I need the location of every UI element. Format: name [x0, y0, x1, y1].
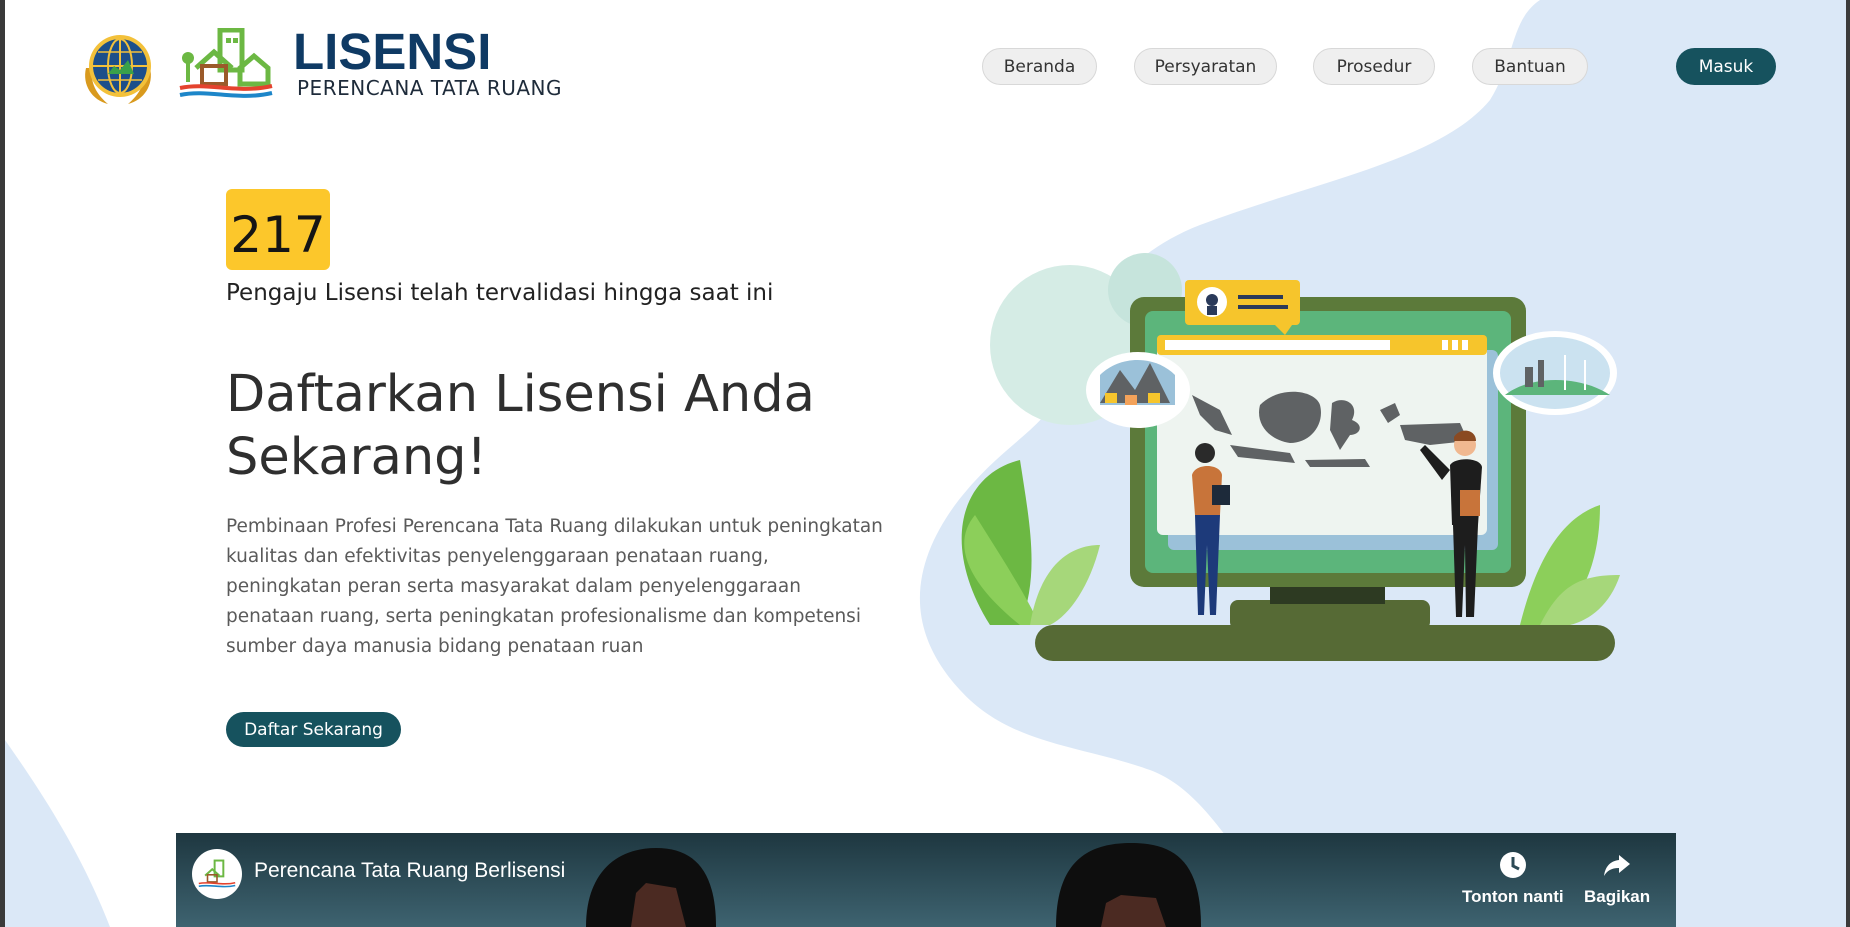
watch-later-label: Tonton nanti [1462, 887, 1564, 906]
video-title[interactable]: Perencana Tata Ruang Berlisensi [254, 859, 565, 883]
nav-prosedur[interactable]: Prosedur [1313, 48, 1435, 85]
window-frame-right [1846, 0, 1850, 927]
nav-beranda[interactable]: Beranda [982, 48, 1097, 85]
brand-subtitle: PERENCANA TATA RUANG [297, 76, 563, 100]
register-now-button[interactable]: Daftar Sekarang [226, 712, 401, 747]
channel-avatar[interactable] [192, 849, 242, 899]
login-button[interactable]: Masuk [1676, 48, 1776, 85]
watch-later-button[interactable]: Tonton nanti [1462, 849, 1564, 907]
brand-title: LISENSI [293, 23, 492, 80]
share-button[interactable]: Bagikan [1584, 849, 1650, 907]
counter-caption: Pengaju Lisensi telah tervalidasi hingga… [226, 280, 774, 306]
validated-counter: 217 [226, 189, 330, 270]
hero-heading: Daftarkan Lisensi Anda Sekarang! [226, 365, 815, 487]
house-village-logo-icon [198, 859, 236, 888]
ministry-emblem-icon [85, 35, 151, 104]
house-village-logo-icon [179, 28, 273, 98]
map-presentation-illustration [961, 253, 1620, 661]
clock-icon [1499, 852, 1526, 878]
window-frame-left [0, 0, 5, 927]
hero-description: Pembinaan Profesi Perencana Tata Ruang d… [226, 516, 883, 657]
share-arrow-icon [1604, 855, 1631, 876]
share-label: Bagikan [1584, 887, 1651, 906]
nav-persyaratan[interactable]: Persyaratan [1134, 48, 1277, 85]
nav-bantuan[interactable]: Bantuan [1472, 48, 1588, 85]
video-embed[interactable]: Perencana Tata Ruang Berlisensi Tonton n… [176, 833, 1676, 927]
